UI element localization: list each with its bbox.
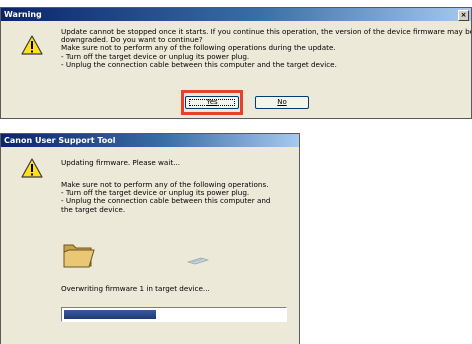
warning-message: Update cannot be stopped once it starts.… — [61, 27, 471, 69]
title-bar: Canon User Support Tool — [1, 134, 299, 147]
status-text: Overwriting firmware 1 in target device.… — [61, 284, 210, 293]
message-line: - Unplug the connection cable between th… — [61, 59, 337, 69]
title-bar: Warning × — [1, 8, 471, 21]
close-button[interactable]: × — [458, 10, 469, 21]
warning-icon — [21, 35, 43, 55]
dialog-title: Canon User Support Tool — [4, 136, 116, 145]
no-button-label: No — [277, 98, 287, 106]
progress-bar — [61, 307, 287, 322]
data-transfer-icon — [187, 257, 209, 265]
focus-rectangle — [189, 99, 235, 106]
folder-icon — [63, 244, 95, 268]
yes-button[interactable]: Yes — [185, 96, 239, 109]
warning-dialog: Warning × Update cannot be stopped once … — [0, 7, 472, 119]
dialog-title: Warning — [4, 10, 42, 19]
progress-dialog: Canon User Support Tool Updating firmwar… — [0, 133, 300, 344]
progress-fill — [64, 310, 156, 319]
warning-icon — [21, 158, 43, 178]
progress-heading: Updating firmware. Please wait... — [61, 158, 180, 167]
instructions: Make sure not to perform any of the foll… — [61, 180, 270, 214]
no-button[interactable]: No — [255, 96, 309, 109]
instruction-line: the target device. — [61, 204, 126, 214]
